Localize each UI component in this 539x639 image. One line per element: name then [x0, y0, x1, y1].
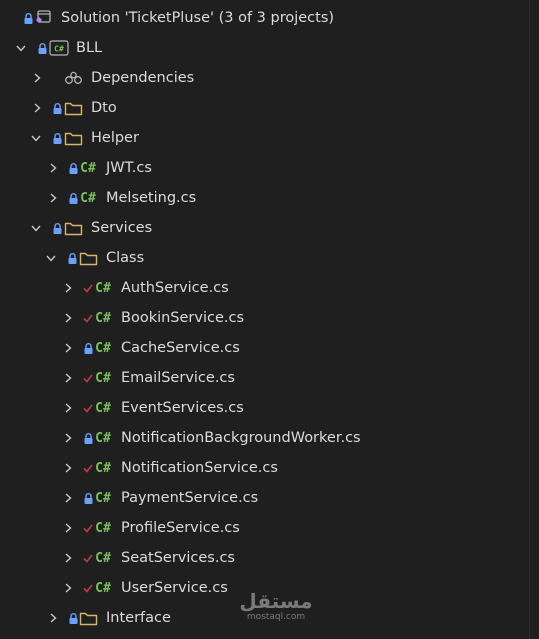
csharp-file-icon: C#: [95, 430, 111, 446]
tree-item-file[interactable]: C# NotificationService.cs: [0, 453, 530, 483]
chevron-right-icon[interactable]: [63, 493, 73, 503]
tree-item-dto[interactable]: Dto: [0, 93, 530, 123]
chevron-right-icon[interactable]: [48, 613, 58, 623]
tree-item-label: Dependencies: [91, 70, 195, 86]
solution-row[interactable]: Solution 'TicketPluse' (3 of 3 projects): [0, 3, 530, 33]
csharp-file-icon: C#: [95, 370, 111, 386]
solution-icon: [34, 10, 54, 26]
tree-item-label: JWT.cs: [106, 160, 152, 176]
chevron-right-icon[interactable]: [48, 193, 58, 203]
tree-item-label: CacheService.cs: [121, 340, 240, 356]
folder-icon: [63, 100, 83, 116]
tree-item-file[interactable]: C# BookinService.cs: [0, 303, 530, 333]
tree-item-bll[interactable]: C# BLL: [0, 33, 530, 63]
csharp-file-icon: C#: [95, 340, 111, 356]
tree-item-file[interactable]: C# ProfileService.cs: [0, 513, 530, 543]
tree-item-label: EmailService.cs: [121, 370, 235, 386]
chevron-down-icon[interactable]: [16, 43, 26, 53]
tree-item-label: SeatServices.cs: [121, 550, 235, 566]
lock-icon: [51, 132, 63, 144]
tree-item-label: Dto: [91, 100, 117, 116]
tree-item-label: BLL: [76, 40, 103, 56]
tree-item-label: NotificationBackgroundWorker.cs: [121, 430, 361, 446]
chevron-right-icon[interactable]: [63, 403, 73, 413]
tree-item-label: PaymentService.cs: [121, 490, 259, 506]
chevron-right-icon[interactable]: [63, 313, 73, 323]
folder-icon: [78, 610, 98, 626]
watermark-arabic: مستقل: [239, 589, 313, 613]
tree-item-file[interactable]: C# AuthService.cs: [0, 273, 530, 303]
tree-item-file[interactable]: C# CacheService.cs: [0, 333, 530, 363]
chevron-right-icon[interactable]: [63, 373, 73, 383]
folder-open-icon: [63, 220, 83, 236]
lock-icon: [22, 12, 34, 24]
tree-item-label: NotificationService.cs: [121, 460, 278, 476]
csharp-file-icon: C#: [80, 190, 96, 206]
watermark-logo: مستقل mostaql.com: [236, 590, 316, 622]
chevron-right-icon[interactable]: [32, 103, 42, 113]
tree-item-file[interactable]: C# EmailService.cs: [0, 363, 530, 393]
tree-item-file[interactable]: C# SeatServices.cs: [0, 543, 530, 573]
csharp-project-icon: C#: [49, 40, 69, 56]
tree-item-label: BookinService.cs: [121, 310, 245, 326]
csharp-file-icon: C#: [80, 160, 96, 176]
svg-text:C#: C#: [54, 45, 64, 54]
folder-open-icon: [63, 130, 83, 146]
tree-item-services[interactable]: Services: [0, 213, 530, 243]
tree-item-file[interactable]: C# Melseting.cs: [0, 183, 530, 213]
tree-item-label: AuthService.cs: [121, 280, 229, 296]
tree-item-file[interactable]: C# NotificationBackgroundWorker.cs: [0, 423, 530, 453]
vertical-scrollbar[interactable]: [529, 0, 539, 639]
tree-item-helper[interactable]: Helper: [0, 123, 530, 153]
chevron-right-icon[interactable]: [63, 463, 73, 473]
lock-icon: [51, 222, 63, 234]
chevron-right-icon[interactable]: [32, 73, 42, 83]
chevron-right-icon[interactable]: [63, 523, 73, 533]
watermark-latin: mostaql.com: [246, 612, 306, 622]
tree-item-file[interactable]: C# PaymentService.cs: [0, 483, 530, 513]
tree-item-class[interactable]: Class: [0, 243, 530, 273]
solution-label: Solution 'TicketPluse' (3 of 3 projects): [61, 10, 335, 26]
class-file-list: C# AuthService.cs C# BookinService.cs C# Cach…: [0, 273, 530, 603]
tree-item-file[interactable]: C# JWT.cs: [0, 153, 530, 183]
lock-icon: [36, 42, 48, 54]
csharp-file-icon: C#: [95, 400, 111, 416]
tree-item-label: UserService.cs: [121, 580, 228, 596]
tree-item-label: Services: [91, 220, 153, 236]
chevron-right-icon[interactable]: [63, 283, 73, 293]
tree-item-label: Class: [106, 250, 145, 266]
tree-item-label: ProfileService.cs: [121, 520, 240, 536]
tree-item-label: Helper: [91, 130, 139, 146]
lock-icon: [66, 252, 78, 264]
dependencies-icon: [64, 70, 84, 86]
chevron-right-icon[interactable]: [48, 163, 58, 173]
chevron-right-icon[interactable]: [63, 433, 73, 443]
chevron-down-icon[interactable]: [46, 253, 56, 263]
csharp-file-icon: C#: [95, 280, 111, 296]
chevron-down-icon[interactable]: [31, 133, 41, 143]
lock-icon: [51, 102, 63, 114]
csharp-file-icon: C#: [95, 460, 111, 476]
solution-explorer-tree: Solution 'TicketPluse' (3 of 3 projects)…: [0, 3, 530, 633]
folder-open-icon: [78, 250, 98, 266]
tree-item-label: Interface: [106, 610, 171, 626]
csharp-file-icon: C#: [95, 310, 111, 326]
csharp-file-icon: C#: [95, 490, 111, 506]
chevron-right-icon[interactable]: [63, 583, 73, 593]
tree-item-file[interactable]: C# EventServices.cs: [0, 393, 530, 423]
chevron-right-icon[interactable]: [63, 553, 73, 563]
chevron-down-icon[interactable]: [31, 223, 41, 233]
tree-item-dependencies[interactable]: Dependencies: [0, 63, 530, 93]
csharp-file-icon: C#: [95, 550, 111, 566]
tree-item-label: EventServices.cs: [121, 400, 244, 416]
tree-item-label: Melseting.cs: [106, 190, 197, 206]
chevron-right-icon[interactable]: [63, 343, 73, 353]
csharp-file-icon: C#: [95, 520, 111, 536]
csharp-file-icon: C#: [95, 580, 111, 596]
